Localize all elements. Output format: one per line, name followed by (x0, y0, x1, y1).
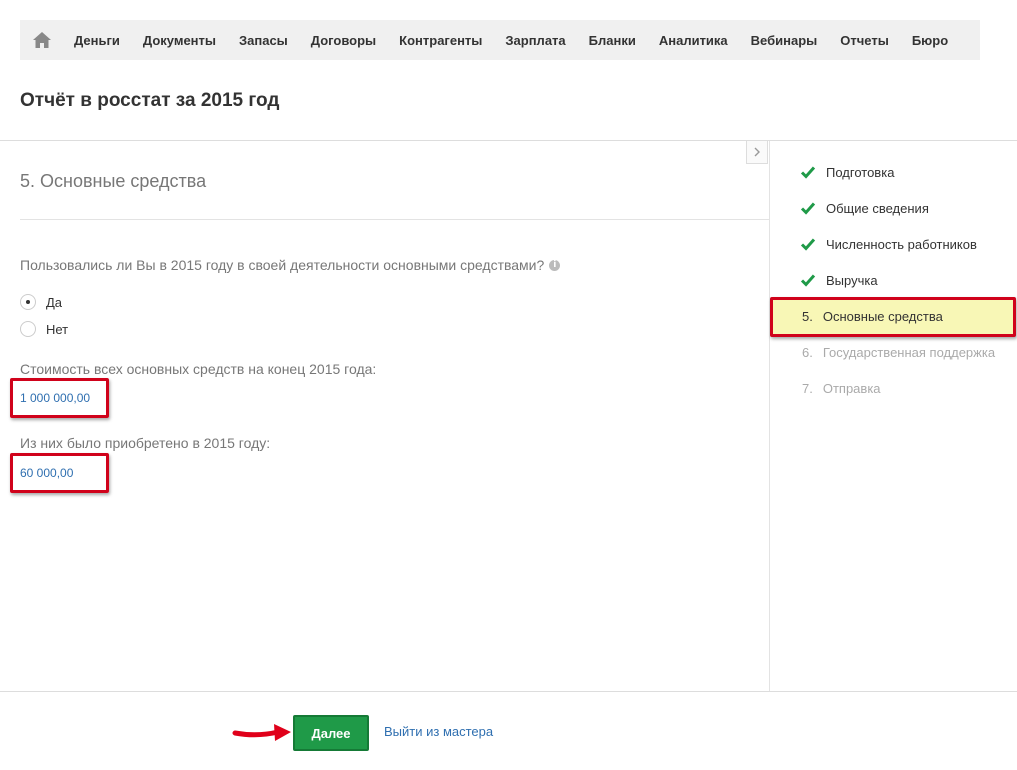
nav-item-documents[interactable]: Документы (143, 33, 216, 48)
step-label: Численность работников (826, 236, 977, 252)
wizard-content: 5. Основные средства Пользовались ли Вы … (0, 141, 769, 691)
step-number: 5. (802, 309, 813, 324)
exit-wizard-link[interactable]: Выйти из мастера (384, 724, 493, 739)
step-submission[interactable]: 7. Отправка (802, 381, 881, 396)
nav-item-reports[interactable]: Отчеты (840, 33, 889, 48)
acquired-value[interactable]: 60 000,00 (20, 466, 73, 480)
checkmark-icon (800, 238, 816, 251)
step-employee-count[interactable]: Численность работников (800, 236, 977, 252)
nav-item-webinars[interactable]: Вебинары (751, 33, 818, 48)
section-divider (20, 219, 769, 220)
question-text: Пользовались ли Вы в 2015 году в своей д… (20, 257, 561, 273)
step-label: Общие сведения (826, 200, 929, 216)
nav-item-contractors[interactable]: Контрагенты (399, 33, 482, 48)
collapse-sidebar-button[interactable] (746, 141, 768, 164)
home-button[interactable] (20, 20, 64, 60)
nav-item-salary[interactable]: Зарплата (505, 33, 565, 48)
next-button[interactable]: Далее (293, 715, 369, 751)
radio-option-no[interactable]: Нет (20, 321, 68, 337)
footer-divider (0, 691, 1017, 692)
radio-button-no[interactable] (20, 321, 36, 337)
nav-item-bureau[interactable]: Бюро (912, 33, 948, 48)
step-general-info[interactable]: Общие сведения (800, 200, 929, 216)
nav-item-analytics[interactable]: Аналитика (659, 33, 728, 48)
acquired-label: Из них было приобретено в 2015 году: (20, 435, 271, 451)
info-icon[interactable]: i (549, 259, 561, 271)
home-icon (33, 32, 51, 48)
radio-label-no: Нет (46, 321, 69, 337)
cost-value[interactable]: 1 000 000,00 (20, 391, 90, 405)
checkmark-icon (800, 166, 816, 179)
step-label: Основные средства (822, 309, 943, 324)
cost-label: Стоимость всех основных средств на конец… (20, 361, 377, 377)
chevron-right-icon (754, 147, 760, 157)
step-label: Подготовка (826, 164, 895, 180)
step-number: 7. (802, 381, 813, 396)
page-title: Отчёт в росстат за 2015 год (20, 90, 280, 111)
radio-option-yes[interactable]: Да (20, 294, 62, 310)
checkmark-icon (800, 202, 816, 215)
nav-item-stock[interactable]: Запасы (239, 33, 288, 48)
nav-item-money[interactable]: Деньги (74, 33, 120, 48)
step-label: Отправка (822, 381, 881, 396)
radio-label-yes: Да (46, 294, 63, 310)
nav-item-forms[interactable]: Бланки (589, 33, 636, 48)
section-title: 5. Основные средства (20, 171, 207, 191)
top-navigation: Деньги Документы Запасы Договоры Контраг… (20, 20, 980, 60)
step-revenue[interactable]: Выручка (800, 272, 878, 288)
step-state-support[interactable]: 6. Государственная поддержка (802, 345, 995, 360)
arrow-right-icon (232, 724, 291, 741)
step-label: Государственная поддержка (822, 345, 996, 360)
question-label: Пользовались ли Вы в 2015 году в своей д… (20, 257, 545, 273)
step-fixed-assets[interactable]: 5. Основные средства (802, 309, 943, 324)
nav-item-contracts[interactable]: Договоры (311, 33, 376, 48)
step-preparation[interactable]: Подготовка (800, 164, 894, 180)
sidebar-divider (769, 141, 770, 691)
step-number: 6. (802, 345, 813, 360)
step-label: Выручка (826, 272, 878, 288)
radio-button-yes[interactable] (20, 294, 36, 310)
checkmark-icon (800, 274, 816, 287)
